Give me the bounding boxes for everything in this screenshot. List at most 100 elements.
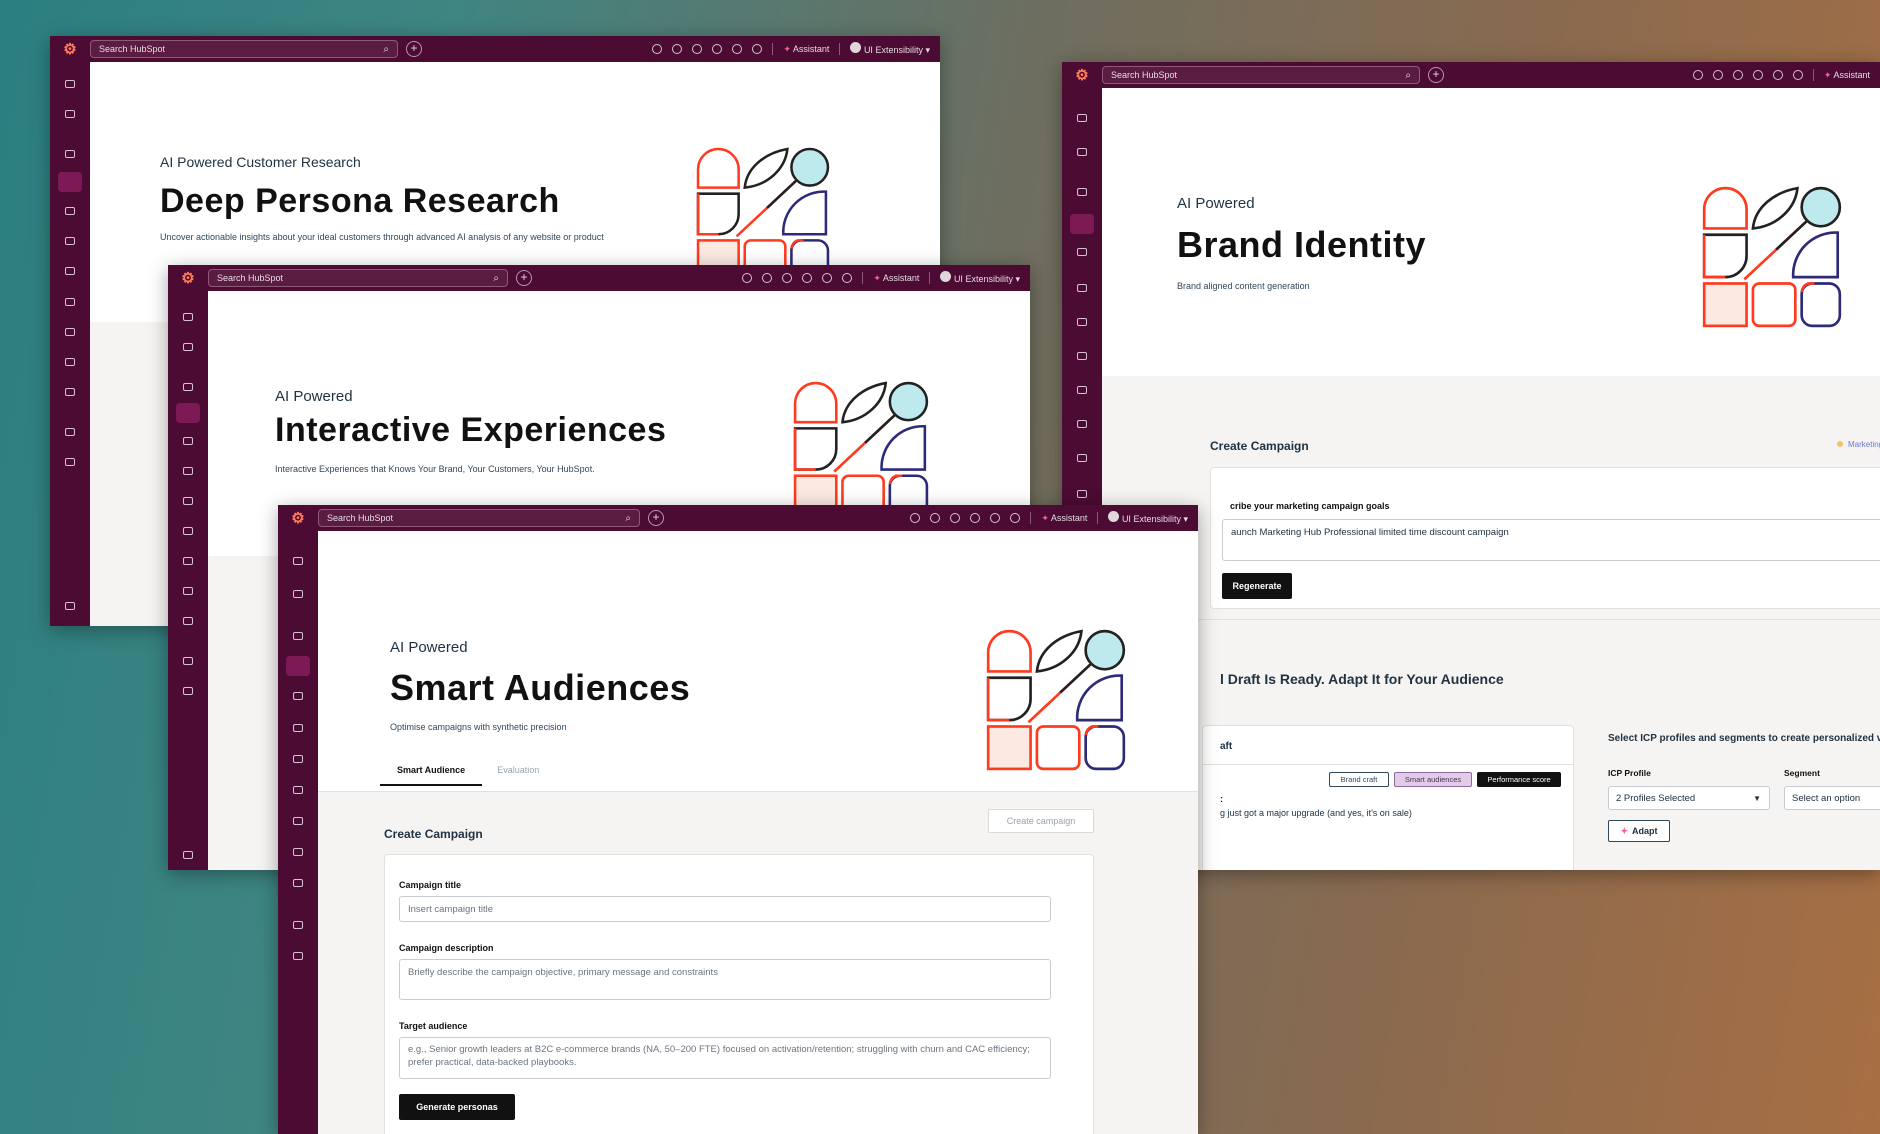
settings-gear-icon[interactable] (822, 273, 833, 283)
notifications-bell-icon[interactable] (842, 273, 853, 283)
automation-icon[interactable] (65, 298, 75, 306)
home-icon[interactable] (1077, 114, 1087, 122)
phone-icon[interactable] (1712, 70, 1723, 80)
help-icon[interactable] (970, 513, 981, 523)
workflow-icon[interactable] (1077, 420, 1087, 428)
marketing-icon[interactable] (176, 403, 200, 423)
target-audience-textarea[interactable]: e.g., Senior growth leaders at B2C e-com… (399, 1037, 1051, 1079)
marketplace-icon[interactable] (1732, 70, 1743, 80)
settings-gear-icon[interactable] (990, 513, 1001, 523)
search-input[interactable]: Search HubSpot ⌕ (208, 269, 508, 287)
marketing-icon[interactable] (58, 172, 82, 192)
hubspot-logo-icon[interactable]: ⚙ (1062, 66, 1102, 84)
service-icon[interactable] (1077, 318, 1087, 326)
search-input[interactable]: Search HubSpot ⌕ (1102, 66, 1420, 84)
content-icon[interactable] (293, 692, 303, 700)
upgrade-icon[interactable] (1692, 70, 1703, 80)
reports-icon[interactable] (1077, 454, 1087, 462)
bookmark-icon[interactable] (1077, 148, 1087, 156)
create-plus-button[interactable]: + (516, 270, 532, 286)
home-icon[interactable] (183, 313, 193, 321)
contacts-icon[interactable] (183, 383, 193, 391)
service-icon[interactable] (293, 755, 303, 763)
automation-icon[interactable] (1077, 352, 1087, 360)
commerce-icon[interactable] (183, 467, 193, 475)
content-icon[interactable] (1077, 248, 1087, 256)
content-icon[interactable] (65, 207, 75, 215)
commerce-icon[interactable] (65, 237, 75, 245)
workflow-icon[interactable] (293, 848, 303, 856)
tag-performance-score[interactable]: Performance score (1477, 772, 1561, 787)
tag-smart-audiences[interactable]: Smart audiences (1394, 772, 1472, 787)
assistant-button[interactable]: ✦ Assistant (873, 273, 919, 284)
account-menu[interactable]: UI Extensibility ▾ (850, 42, 930, 56)
tab-smart-audience[interactable]: Smart Audience (380, 765, 483, 786)
home-icon[interactable] (293, 557, 303, 565)
marketing-alerts[interactable]: Marketing Alerts (1837, 440, 1880, 449)
apps-icon[interactable] (65, 458, 75, 466)
generate-personas-button[interactable]: Generate personas (399, 1094, 515, 1120)
data-icon[interactable] (183, 557, 193, 565)
bookmark-icon[interactable] (183, 343, 193, 351)
breeze-icon[interactable] (65, 428, 75, 436)
campaign-title-input[interactable]: Insert campaign title (399, 896, 1051, 922)
reports-icon[interactable] (183, 617, 193, 625)
assistant-button[interactable]: ✦ Assistant (1824, 70, 1870, 81)
settings-gear-icon[interactable] (732, 44, 743, 54)
marketplace-icon[interactable] (692, 44, 703, 54)
upgrade-icon[interactable] (910, 513, 921, 523)
hubspot-logo-icon[interactable]: ⚙ (168, 269, 208, 287)
workflow-icon[interactable] (183, 587, 193, 595)
help-icon[interactable] (712, 44, 723, 54)
account-menu[interactable]: UI Extensibility ▾ (1108, 511, 1188, 525)
hubspot-logo-icon[interactable]: ⚙ (50, 40, 90, 58)
hubspot-logo-icon[interactable]: ⚙ (278, 509, 318, 527)
contacts-icon[interactable] (293, 632, 303, 640)
phone-icon[interactable] (672, 44, 683, 54)
apps-icon[interactable] (183, 687, 193, 695)
automation-icon[interactable] (293, 786, 303, 794)
apps-icon[interactable] (293, 952, 303, 960)
help-icon[interactable] (802, 273, 813, 283)
data-icon[interactable] (65, 328, 75, 336)
phone-icon[interactable] (762, 273, 773, 283)
segment-select[interactable]: Select an option (1784, 786, 1880, 810)
commerce-icon[interactable] (293, 724, 303, 732)
account-menu[interactable]: UI Extensibility ▾ (940, 271, 1020, 285)
create-plus-button[interactable]: + (406, 41, 422, 57)
campaign-description-textarea[interactable]: Briefly describe the campaign objective,… (399, 959, 1051, 1000)
breeze-icon[interactable] (183, 657, 193, 665)
marketing-icon[interactable] (1070, 214, 1094, 234)
settings-gear-icon[interactable] (1772, 70, 1783, 80)
create-plus-button[interactable]: + (1428, 67, 1444, 83)
data-icon[interactable] (1077, 386, 1087, 394)
phone-icon[interactable] (930, 513, 941, 523)
collapse-icon[interactable] (65, 602, 75, 610)
workflow-icon[interactable] (65, 358, 75, 366)
marketplace-icon[interactable] (950, 513, 961, 523)
bookmark-icon[interactable] (293, 590, 303, 598)
search-input[interactable]: Search HubSpot ⌕ (318, 509, 640, 527)
create-plus-button[interactable]: + (648, 510, 664, 526)
adapt-button[interactable]: ✦ Adapt (1608, 820, 1670, 842)
breeze-icon[interactable] (293, 921, 303, 929)
upgrade-icon[interactable] (742, 273, 753, 283)
search-input[interactable]: Search HubSpot ⌕ (90, 40, 398, 58)
automation-icon[interactable] (183, 527, 193, 535)
contacts-icon[interactable] (1077, 188, 1087, 196)
assistant-button[interactable]: ✦ Assistant (1041, 513, 1087, 524)
bookmark-icon[interactable] (65, 110, 75, 118)
regenerate-button[interactable]: Regenerate (1222, 573, 1292, 599)
icp-profile-select[interactable]: 2 Profiles Selected ▼ (1608, 786, 1770, 810)
upgrade-icon[interactable] (652, 44, 663, 54)
marketplace-icon[interactable] (782, 273, 793, 283)
service-icon[interactable] (65, 267, 75, 275)
breeze-icon[interactable] (1077, 490, 1087, 498)
data-icon[interactable] (293, 817, 303, 825)
notifications-bell-icon[interactable] (1010, 513, 1021, 523)
notifications-bell-icon[interactable] (752, 44, 763, 54)
tag-brand-craft[interactable]: Brand craft (1329, 772, 1389, 787)
notifications-bell-icon[interactable] (1792, 70, 1803, 80)
help-icon[interactable] (1752, 70, 1763, 80)
commerce-icon[interactable] (1077, 284, 1087, 292)
